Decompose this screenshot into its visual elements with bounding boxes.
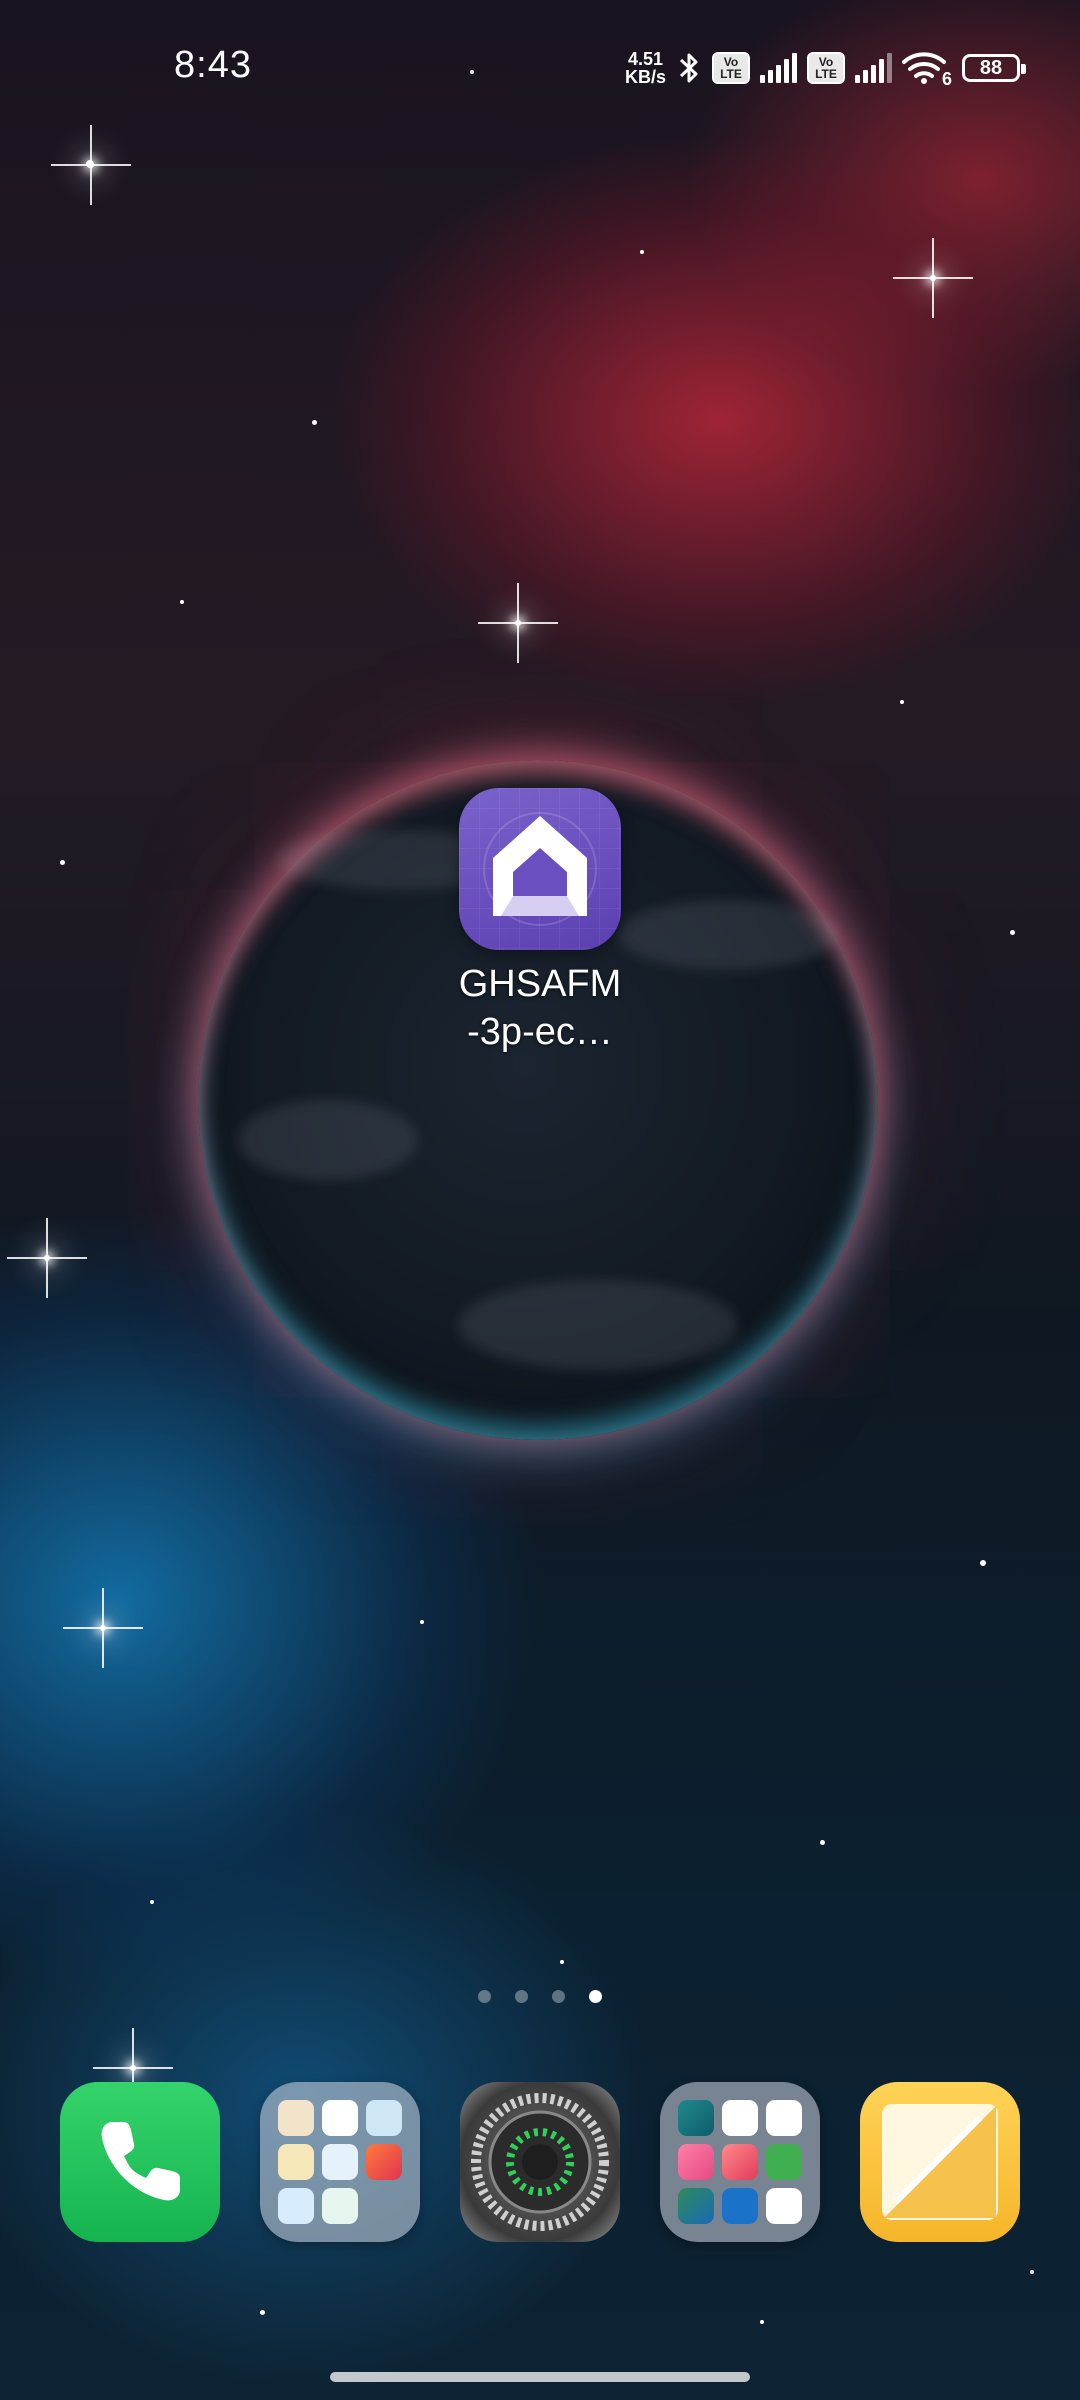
wifi-badge: 6 <box>941 69 952 89</box>
page-dot[interactable] <box>552 1990 565 2003</box>
star-flare <box>515 620 521 626</box>
star-flare <box>88 162 94 168</box>
gesture-home-bar[interactable] <box>330 2372 750 2382</box>
star-flare <box>44 1255 50 1261</box>
star <box>1030 2270 1034 2274</box>
star <box>312 420 317 425</box>
star-flare <box>100 1625 106 1631</box>
mini-app-icon <box>322 2100 358 2136</box>
notes-icon <box>882 2104 998 2220</box>
star <box>640 250 644 254</box>
star-flare <box>130 2065 136 2071</box>
star <box>760 2320 764 2324</box>
volte-icon: Vo LTE <box>712 52 750 84</box>
mini-app-icon <box>366 2100 402 2136</box>
page-indicator[interactable] <box>0 1990 1080 2003</box>
network-speed-value: 4.51 <box>627 49 664 69</box>
star <box>820 1840 825 1845</box>
mini-app-icon <box>322 2188 358 2224</box>
network-speed-unit: KB/s <box>624 67 666 87</box>
mini-app-icon <box>722 2188 758 2224</box>
star <box>560 1960 564 1964</box>
app-folder-1[interactable] <box>260 2082 420 2242</box>
star <box>150 1900 154 1904</box>
star <box>900 700 904 704</box>
mini-app-icon <box>766 2144 802 2180</box>
mini-app-icon <box>722 2144 758 2180</box>
mini-app-icon <box>678 2144 714 2180</box>
mini-app-icon <box>278 2144 314 2180</box>
star <box>260 2310 265 2315</box>
mini-app-icon <box>322 2144 358 2180</box>
star-flare <box>930 275 936 281</box>
star <box>1010 930 1015 935</box>
notes-app[interactable] <box>860 2082 1020 2242</box>
page-dot[interactable] <box>515 1990 528 2003</box>
star <box>180 600 184 604</box>
page-dot[interactable] <box>478 1990 491 2003</box>
mini-app-icon <box>366 2188 402 2224</box>
folder-icon <box>278 2100 402 2224</box>
volte-icon: Vo LTE <box>807 52 845 84</box>
app-ghsafm[interactable]: GHSAFM -3p-ec… <box>446 788 634 1056</box>
wifi-icon: 6 <box>902 50 952 89</box>
network-speed: 4.51 KB/s <box>625 50 666 86</box>
app-label: GHSAFM -3p-ec… <box>458 963 622 1053</box>
star <box>980 1560 986 1566</box>
bluetooth-icon <box>679 53 698 83</box>
signal-icon <box>760 53 797 83</box>
status-icons: 4.51 KB/s Vo LTE Vo LTE 6 88 <box>625 46 1026 90</box>
status-bar: 8:43 4.51 KB/s Vo LTE Vo LTE 6 88 <box>0 0 1080 140</box>
phone-icon <box>101 2122 180 2201</box>
clock: 8:43 <box>174 44 252 86</box>
mini-app-icon <box>766 2188 802 2224</box>
mini-app-icon <box>366 2144 402 2180</box>
battery-level: 88 <box>979 56 1003 79</box>
star <box>60 860 65 865</box>
mini-app-icon <box>678 2100 714 2136</box>
mini-app-icon <box>278 2100 314 2136</box>
page-dot-active[interactable] <box>589 1990 602 2003</box>
star <box>420 1620 424 1624</box>
signal-icon <box>855 53 892 83</box>
mini-app-icon <box>766 2100 802 2136</box>
mini-app-icon <box>678 2188 714 2224</box>
mini-app-icon <box>722 2100 758 2136</box>
settings-app[interactable] <box>460 2082 620 2242</box>
folder-icon <box>678 2100 802 2224</box>
phone-app[interactable] <box>60 2082 220 2242</box>
gear-icon <box>471 2093 609 2231</box>
home-house-icon <box>459 788 621 950</box>
battery-icon: 88 <box>962 54 1026 82</box>
app-folder-2[interactable] <box>660 2082 820 2242</box>
mini-app-icon <box>278 2188 314 2224</box>
dock <box>0 2082 1080 2242</box>
